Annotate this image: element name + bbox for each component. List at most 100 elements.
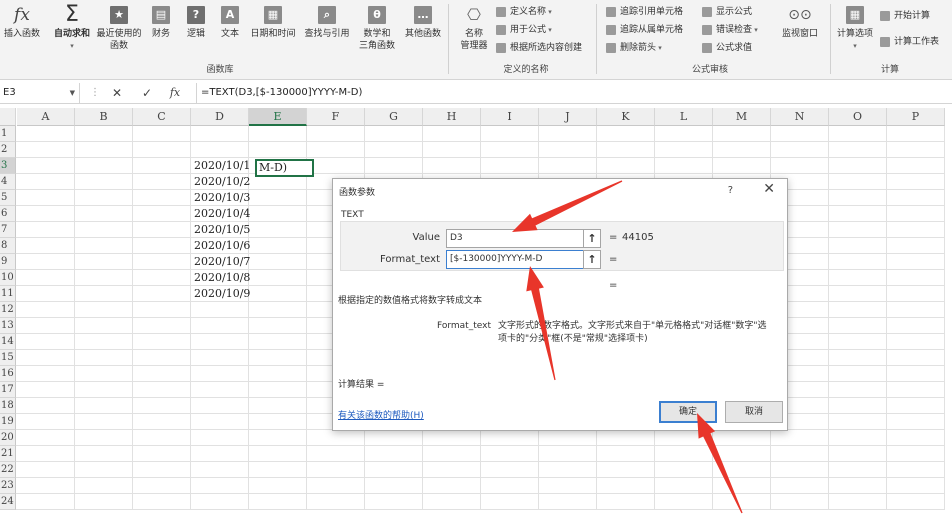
evaluate-formula-button[interactable]: 公式求值 [702, 40, 752, 56]
cancel-button[interactable]: 取消 [725, 401, 783, 423]
grid-hline [16, 509, 944, 510]
row-header-7[interactable]: 7 [0, 222, 16, 238]
cell-d3[interactable]: 2020/10/1 [194, 158, 254, 174]
cell-d7[interactable]: 2020/10/5 [194, 222, 254, 238]
name-manager-button[interactable]: ⎔ 名称 管理器 [456, 4, 492, 62]
ok-button[interactable]: 确定 [659, 401, 717, 423]
value-input[interactable]: D3 [446, 229, 584, 248]
use-in-formula-button[interactable]: 用于公式 ▾ [496, 22, 552, 38]
group-label-audit: 公式审核 [691, 65, 728, 75]
format-text-input[interactable]: [$-130000]YYYY-M-D [446, 250, 584, 269]
cell-d9[interactable]: 2020/10/7 [194, 254, 254, 270]
row-header-13[interactable]: 13 [0, 318, 16, 334]
trace-precedents-button[interactable]: 追踪引用单元格 [606, 4, 683, 20]
row-header-2[interactable]: 2 [0, 142, 16, 158]
row-header-10[interactable]: 10 [0, 270, 16, 286]
column-header-b[interactable]: B [75, 108, 133, 126]
row-header-14[interactable]: 14 [0, 334, 16, 350]
insert-function-fx-button[interactable]: fx [166, 84, 184, 102]
column-header-i[interactable]: I [481, 108, 539, 126]
column-header-m[interactable]: M [713, 108, 771, 126]
column-header-a[interactable]: A [17, 108, 75, 126]
formula-input[interactable]: =TEXT(D3,[$-130000]YYYY-M-D) [196, 83, 952, 103]
collapse-arrow-icon[interactable]: ↑ [583, 250, 601, 269]
name-box[interactable]: E3 ▼ [0, 83, 80, 103]
row-header-17[interactable]: 17 [0, 382, 16, 398]
select-all-corner[interactable] [0, 108, 16, 126]
column-header-f[interactable]: F [307, 108, 365, 126]
row-header-5[interactable]: 5 [0, 190, 16, 206]
text-functions-button[interactable]: A 文本 [216, 4, 244, 62]
cell-d6[interactable]: 2020/10/4 [194, 206, 254, 222]
logic-button[interactable]: ? 逻辑 [182, 4, 210, 62]
define-name-button[interactable]: 定义名称 ▾ [496, 4, 552, 20]
finance-button[interactable]: ▤ 财务 [147, 4, 175, 62]
row-header-11[interactable]: 11 [0, 286, 16, 302]
watch-window-button[interactable]: ⊙⊙ 监视窗口 [778, 4, 822, 62]
row-header-8[interactable]: 8 [0, 238, 16, 254]
function-arguments-dialog: 函数参数 ? ✕ TEXT Value D3 ↑ = 44105 Format_… [332, 178, 788, 431]
row-header-3[interactable]: 3 [0, 158, 16, 174]
date-time-button[interactable]: ▦ 日期和时间 [248, 4, 298, 62]
cancel-formula-button[interactable]: ✕ [108, 84, 126, 102]
column-header-j[interactable]: J [539, 108, 597, 126]
remove-arrows-icon [606, 43, 616, 53]
insert-function-button[interactable]: fx 插入函数 [2, 4, 42, 62]
cell-d11[interactable]: 2020/10/9 [194, 286, 254, 302]
lookup-button[interactable]: ⌕ 查找与引用 [302, 4, 352, 62]
column-header-n[interactable]: N [771, 108, 829, 126]
column-header-e[interactable]: E [249, 108, 307, 126]
equals-sign: = [609, 232, 618, 243]
function-help-link[interactable]: 有关该函数的帮助(H) [338, 408, 424, 421]
more-functions-button[interactable]: … 其他函数 [402, 4, 444, 62]
group-label-calc: 计算 [880, 65, 899, 75]
remove-arrows-button[interactable]: 删除箭头 ▾ [606, 40, 662, 56]
math-trig-button[interactable]: θ 数学和 三角函数 [355, 4, 399, 62]
column-header-d[interactable]: D [191, 108, 249, 126]
show-formulas-button[interactable]: 显示公式 [702, 4, 752, 20]
row-header-4[interactable]: 4 [0, 174, 16, 190]
column-header-l[interactable]: L [655, 108, 713, 126]
autosum-button[interactable]: Σ 自动求和 ▾ [50, 4, 94, 62]
column-header-o[interactable]: O [829, 108, 887, 126]
row-header-9[interactable]: 9 [0, 254, 16, 270]
column-header-g[interactable]: G [365, 108, 423, 126]
row-header-18[interactable]: 18 [0, 398, 16, 414]
enter-formula-button[interactable]: ✓ [138, 84, 156, 102]
row-header-1[interactable]: 1 [0, 126, 16, 142]
cell-d5[interactable]: 2020/10/3 [194, 190, 254, 206]
help-button[interactable]: ? [728, 185, 733, 196]
row-header-21[interactable]: 21 [0, 446, 16, 462]
row-header-6[interactable]: 6 [0, 206, 16, 222]
row-header-23[interactable]: 23 [0, 478, 16, 494]
grid-vline [190, 126, 191, 510]
calc-options-button[interactable]: ▦ 计算选项 ▾ [834, 4, 876, 62]
cell-d10[interactable]: 2020/10/8 [194, 270, 254, 286]
row-header-24[interactable]: 24 [0, 494, 16, 510]
fx-icon: fx [14, 5, 30, 25]
row-header-19[interactable]: 19 [0, 414, 16, 430]
close-icon[interactable]: ✕ [763, 181, 775, 197]
column-header-k[interactable]: K [597, 108, 655, 126]
row-header-22[interactable]: 22 [0, 462, 16, 478]
grid-vline [132, 126, 133, 510]
column-header-c[interactable]: C [133, 108, 191, 126]
collapse-arrow-icon[interactable]: ↑ [583, 229, 601, 248]
cell-d8[interactable]: 2020/10/6 [194, 238, 254, 254]
create-from-selection-button[interactable]: 根据所选内容创建 [496, 40, 582, 56]
cell-d4[interactable]: 2020/10/2 [194, 174, 254, 190]
row-header-16[interactable]: 16 [0, 366, 16, 382]
column-header-p[interactable]: P [887, 108, 945, 126]
calc-sheet-button[interactable]: 计算工作表 [880, 34, 939, 50]
recent-functions-button[interactable]: ★ 最近使用的 函数 [96, 4, 142, 62]
row-header-12[interactable]: 12 [0, 302, 16, 318]
active-cell-e3[interactable]: M-D) [255, 159, 314, 177]
column-header-h[interactable]: H [423, 108, 481, 126]
calc-now-button[interactable]: 开始计算 [880, 8, 930, 24]
trace-dependents-button[interactable]: 追踪从属单元格 [606, 22, 683, 38]
error-check-button[interactable]: 错误检查 ▾ [702, 22, 758, 38]
function-name: TEXT [341, 210, 364, 220]
row-header-20[interactable]: 20 [0, 430, 16, 446]
row-header-15[interactable]: 15 [0, 350, 16, 366]
chevron-down-icon[interactable]: ▼ [70, 83, 75, 103]
